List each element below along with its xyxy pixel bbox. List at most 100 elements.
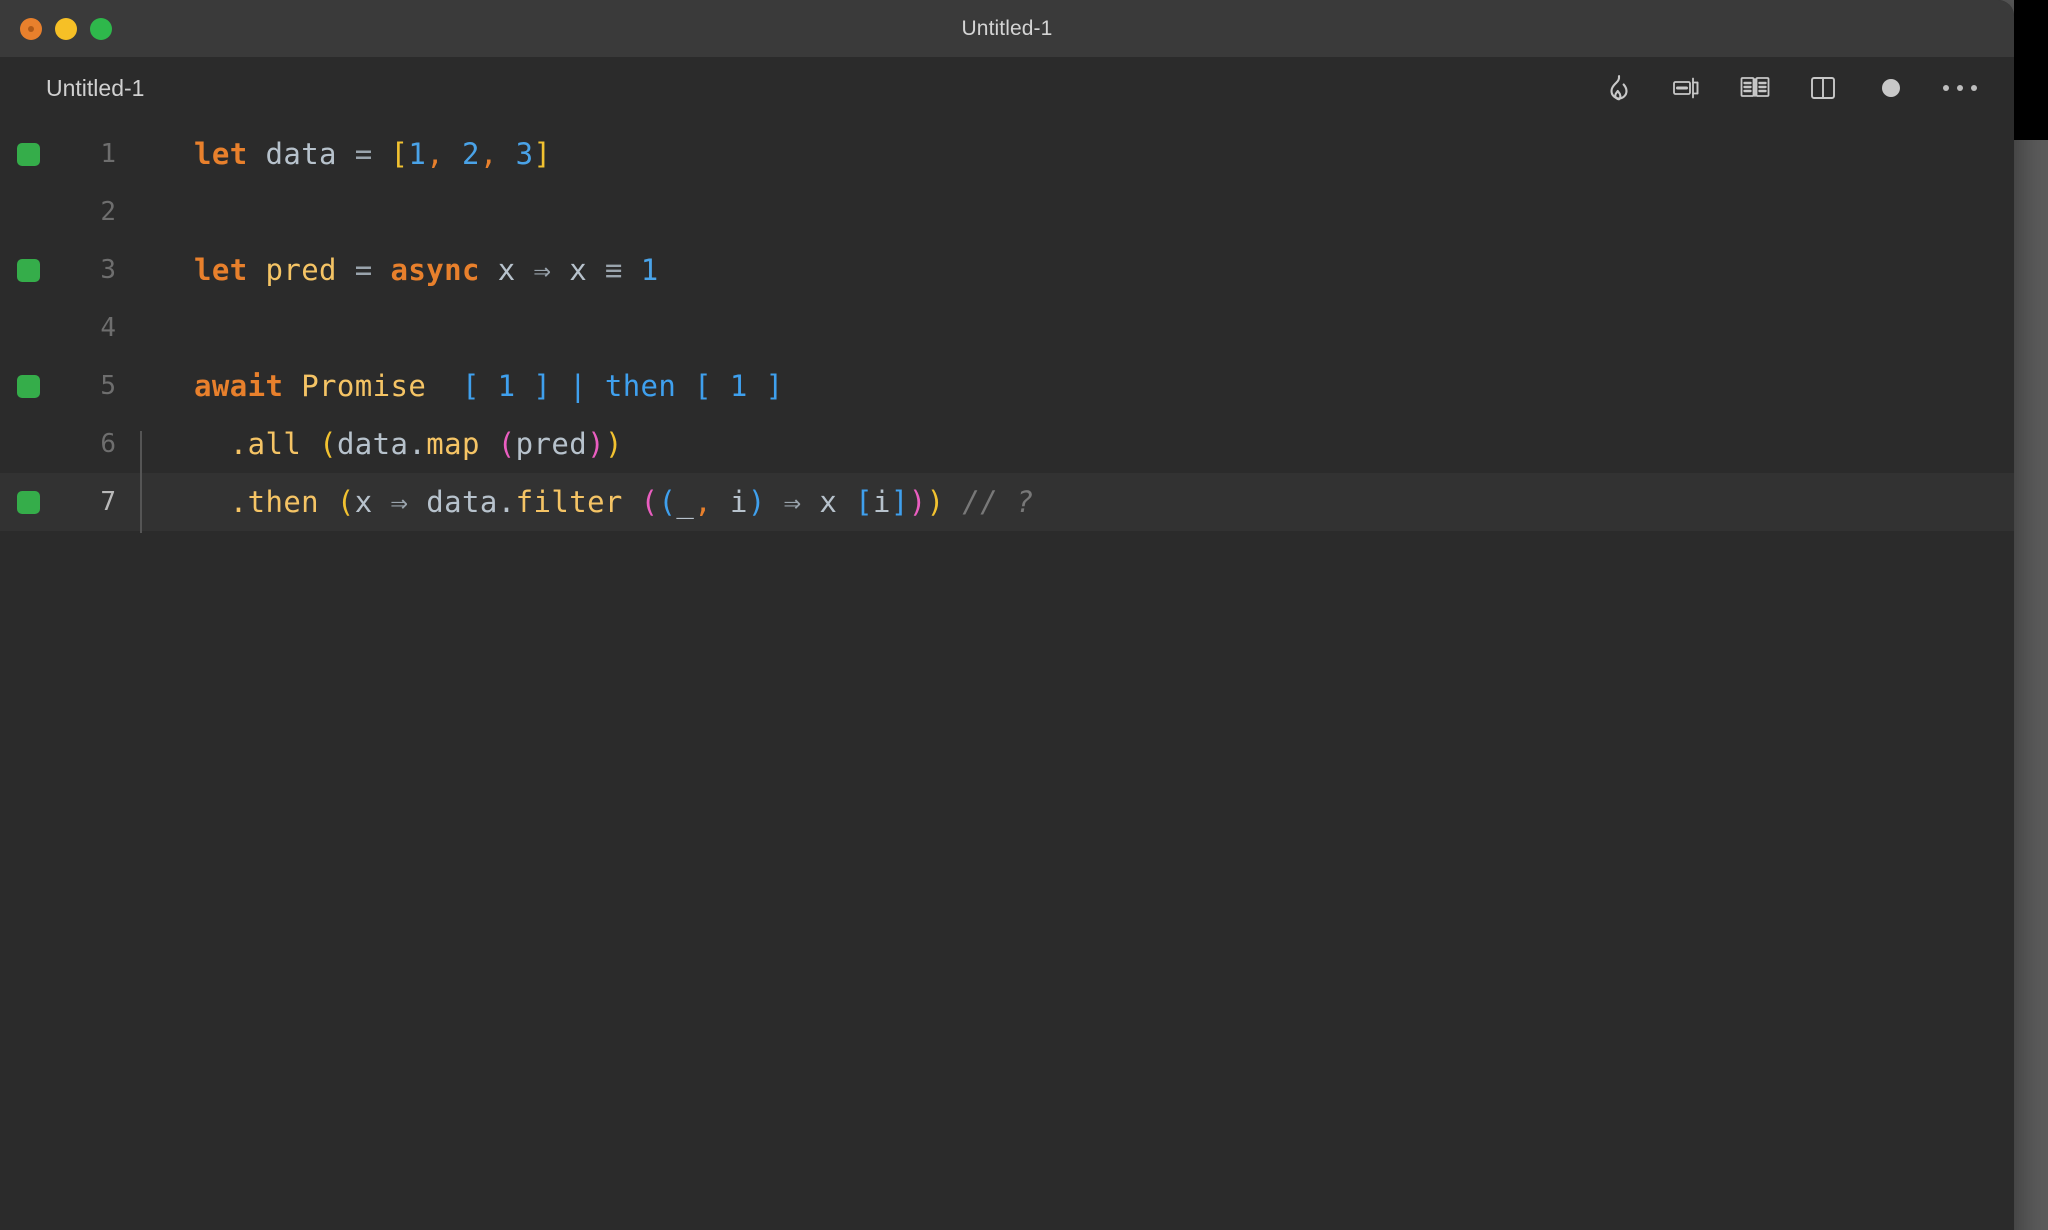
token-fn: .all — [230, 427, 301, 461]
token-br-m: ) — [587, 427, 605, 461]
code-line-2[interactable]: 2 — [0, 183, 2014, 241]
window-titlebar: Untitled-1 — [0, 0, 2014, 57]
gutter-cell-5 — [0, 375, 56, 398]
editor-toolbar — [1600, 69, 1986, 107]
run-marker-icon[interactable] — [17, 259, 40, 282]
token-br-b: ) — [748, 485, 766, 519]
token-op: ⇒ — [784, 485, 802, 519]
token-br-m: ) — [909, 485, 927, 519]
token-fn: pred — [265, 253, 336, 287]
token-ident — [587, 253, 605, 287]
token-ident — [373, 137, 391, 171]
token-ident — [623, 485, 641, 519]
token-op: = — [355, 137, 373, 171]
run-marker-icon[interactable] — [17, 491, 40, 514]
run-test-icon[interactable] — [1668, 69, 1706, 107]
token-ident — [837, 485, 855, 519]
token-ident: x — [355, 485, 373, 519]
token-comma: , — [480, 137, 498, 171]
token-ident: _ — [676, 485, 694, 519]
token-ident — [319, 485, 337, 519]
code-line-5[interactable]: 5await Promise [ 1 ] | then [ 1 ] — [0, 357, 2014, 415]
token-br-y: ( — [319, 427, 337, 461]
token-ident — [802, 485, 820, 519]
token-ident — [712, 485, 730, 519]
code-line-6[interactable]: 6 .all (data.map (pred)) — [0, 415, 2014, 473]
token-ident — [373, 253, 391, 287]
token-num: 1 — [408, 137, 426, 171]
token-ident — [194, 485, 230, 519]
token-hint: [ 1 ] | then [ 1 ] — [462, 369, 783, 403]
token-ident: i — [873, 485, 891, 519]
token-ident: x — [819, 485, 837, 519]
token-br-y: ) — [927, 485, 945, 519]
code-text[interactable]: let pred = async x ⇒ x ≡ 1 — [126, 253, 659, 287]
token-ident — [373, 485, 391, 519]
token-fn: filter — [516, 485, 623, 519]
token-ident: x — [569, 253, 587, 287]
token-ident: i — [730, 485, 748, 519]
token-op: ⇒ — [533, 253, 551, 287]
code-line-3[interactable]: 3let pred = async x ⇒ x ≡ 1 — [0, 241, 2014, 299]
minimize-window-button[interactable] — [55, 18, 77, 40]
run-marker-icon[interactable] — [17, 375, 40, 398]
traffic-light-group — [20, 18, 112, 40]
token-ident: data — [265, 137, 336, 171]
token-ident: data — [337, 427, 408, 461]
token-ident — [301, 427, 319, 461]
more-dot-1 — [1943, 85, 1949, 91]
token-ident — [551, 253, 569, 287]
token-op: = — [355, 253, 373, 287]
token-comma: , — [694, 485, 712, 519]
token-br-y: ) — [605, 427, 623, 461]
gutter-cell-4 — [0, 317, 56, 340]
run-marker-icon[interactable] — [17, 143, 40, 166]
token-fn: map — [426, 427, 480, 461]
code-line-1[interactable]: 1let data = [1, 2, 3] — [0, 125, 2014, 183]
token-ident — [623, 253, 641, 287]
gutter-cell-3 — [0, 259, 56, 282]
token-ident: pred — [516, 427, 587, 461]
token-comma: , — [426, 137, 444, 171]
token-ident: . — [498, 485, 516, 519]
code-text[interactable]: let data = [1, 2, 3] — [126, 137, 551, 171]
code-text[interactable]: .then (x ⇒ data.filter ((_, i) ⇒ x [i]))… — [126, 485, 1034, 519]
token-br-y: ] — [534, 137, 552, 171]
tab-untitled-1[interactable]: Untitled-1 — [0, 57, 144, 119]
code-text[interactable]: .all (data.map (pred)) — [126, 427, 623, 461]
token-ident — [248, 253, 266, 287]
open-book-icon[interactable] — [1736, 69, 1774, 107]
token-ident — [945, 485, 963, 519]
token-br-b: [ — [855, 485, 873, 519]
line-number: 1 — [56, 139, 126, 169]
line-number: 3 — [56, 255, 126, 285]
token-br-y: [ — [391, 137, 409, 171]
token-ident — [444, 137, 462, 171]
flame-icon[interactable] — [1600, 69, 1638, 107]
token-ident — [408, 485, 426, 519]
record-dot-icon[interactable] — [1872, 69, 1910, 107]
more-actions-icon[interactable] — [1940, 69, 1980, 107]
code-editor[interactable]: 1let data = [1, 2, 3]23let pred = async … — [0, 119, 2014, 1230]
line-number: 6 — [56, 429, 126, 459]
token-kw: async — [391, 253, 480, 287]
maximize-window-button[interactable] — [90, 18, 112, 40]
code-line-7[interactable]: 7 .then (x ⇒ data.filter ((_, i) ⇒ x [i]… — [0, 473, 2014, 531]
token-kw: let — [194, 253, 248, 287]
more-dot-2 — [1957, 85, 1963, 91]
token-kw: await — [194, 369, 283, 403]
token-ident — [516, 253, 534, 287]
split-editor-icon[interactable] — [1804, 69, 1842, 107]
code-text[interactable]: await Promise [ 1 ] | then [ 1 ] — [126, 369, 783, 403]
token-num: 3 — [516, 137, 534, 171]
line-number: 4 — [56, 313, 126, 343]
token-ident — [283, 369, 301, 403]
close-window-button[interactable] — [20, 18, 42, 40]
token-ident — [766, 485, 784, 519]
token-br-y: ( — [337, 485, 355, 519]
token-br-b: ] — [891, 485, 909, 519]
more-dot-3 — [1971, 85, 1977, 91]
token-ident — [480, 427, 498, 461]
desktop-backdrop-top — [2014, 0, 2048, 140]
code-line-4[interactable]: 4 — [0, 299, 2014, 357]
